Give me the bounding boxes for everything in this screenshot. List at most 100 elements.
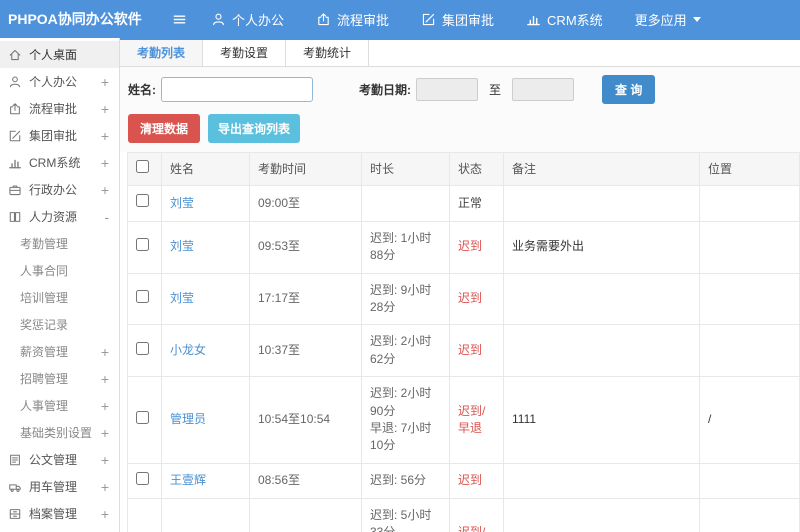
expand-toggle[interactable]: + [101, 399, 109, 413]
sidebar-item-label: 个人桌面 [29, 48, 78, 62]
employee-name-link[interactable]: 刘莹 [170, 291, 194, 305]
sidebar-item-personal-desktop[interactable]: 个人桌面 [0, 41, 119, 68]
nav-item-workflow-approval[interactable]: 流程审批 [316, 10, 389, 29]
select-all-checkbox[interactable] [136, 160, 149, 173]
sidebar-item-hr-contract[interactable]: 人事合同 [0, 257, 119, 284]
attendance-table-wrap: 姓名 考勤时间 时长 状态 备注 位置 刘莹 09:00至 正常 刘莹 09:53至 迟到: 1小时… [120, 152, 800, 532]
table-row: 管理员 10:54至10:54 迟到: 2小时90分 早退: 7小时10分 迟到/早退 1… [127, 376, 800, 464]
row-checkbox[interactable] [136, 410, 149, 424]
edit-icon [8, 129, 22, 143]
column-header: 姓名 [161, 152, 250, 187]
share-icon [8, 102, 22, 116]
row-checkbox[interactable] [136, 341, 149, 355]
location-cell [699, 220, 800, 274]
sidebar-item-salary-mgmt[interactable]: 薪资管理 + [0, 338, 119, 365]
sidebar-item-label: 基础类别设置 [20, 426, 93, 440]
employee-name-link[interactable]: 刘莹 [170, 196, 194, 210]
attendance-time-cell: 10:37至 [249, 324, 362, 378]
column-header: 状态 [449, 152, 504, 187]
table-row: 刘莹 09:53至 迟到: 1小时88分 迟到 业务需要外出 [127, 220, 800, 274]
expand-toggle[interactable]: + [101, 183, 109, 197]
sidebar-item-label: 奖惩记录 [20, 318, 69, 332]
sidebar-item-recruit-mgmt[interactable]: 招聘管理 + [0, 365, 119, 392]
expand-toggle[interactable]: - [104, 210, 109, 224]
table-row: 刘莹 17:17至 迟到: 9小时28分 迟到 [127, 272, 800, 326]
sidebar-item-project-mgmt[interactable]: 项目管理+ [0, 527, 119, 532]
sidebar-item-group-approval[interactable]: 集团审批 + [0, 122, 119, 149]
sidebar-item-label: 培训管理 [20, 291, 69, 305]
sidebar-item-crm-system[interactable]: CRM系统 + [0, 149, 119, 176]
sidebar-item-workflow-approval[interactable]: 流程审批 + [0, 95, 119, 122]
sidebar-item-personnel-mgmt[interactable]: 人事管理 + [0, 392, 119, 419]
status-badge: 迟到 [458, 291, 483, 306]
duration-line: 迟到: 56分 [370, 473, 427, 488]
search-button[interactable]: 查 询 [602, 75, 656, 104]
row-checkbox[interactable] [136, 471, 149, 485]
sidebar-item-base-category-settings[interactable]: 基础类别设置 + [0, 419, 119, 446]
expand-toggle[interactable]: + [101, 426, 109, 440]
employee-name-link[interactable]: 刘莹 [170, 239, 194, 253]
row-checkbox[interactable] [136, 194, 149, 208]
expand-toggle[interactable]: + [101, 75, 109, 89]
hamburger-icon [172, 12, 187, 27]
nav-item-label: CRM系统 [547, 12, 603, 28]
tab-attendance-settings[interactable]: 考勤设置 [203, 40, 287, 66]
nav-item-crm-system[interactable]: CRM系统 [526, 10, 603, 29]
expand-toggle[interactable]: + [101, 102, 109, 116]
attendance-time-cell: 09:00至 [249, 185, 362, 222]
remark-cell [503, 185, 700, 222]
sidebar-item-vehicle-mgmt[interactable]: 用车管理 + [0, 473, 119, 500]
date-to-input[interactable] [512, 78, 575, 101]
top-nav: 个人办公 流程审批 集团审批 CRM系统 更多应用 [211, 10, 701, 29]
clear-data-button[interactable]: 清理数据 [128, 114, 201, 143]
menu-toggle-button[interactable] [172, 12, 187, 27]
duration-cell: 迟到: 56分 [361, 462, 450, 500]
employee-name-link[interactable]: 小龙女 [170, 343, 206, 357]
location-cell [699, 272, 800, 326]
duration-cell: 迟到: 2小时62分 [361, 324, 450, 378]
sidebar-item-archive-mgmt[interactable]: 档案管理 + [0, 500, 119, 527]
status-badge: 迟到/早退 [458, 403, 486, 435]
expand-toggle[interactable]: + [101, 156, 109, 170]
sidebar-item-document-mgmt[interactable]: 公文管理 + [0, 446, 119, 473]
expand-toggle[interactable]: + [101, 345, 109, 359]
expand-toggle[interactable]: + [101, 453, 109, 467]
location-cell: / [699, 498, 800, 532]
attendance-time-cell: 13:20至13:20 [249, 498, 362, 532]
expand-toggle[interactable]: + [101, 507, 109, 521]
nav-item-more-apps[interactable]: 更多应用 [635, 10, 701, 29]
name-filter-input[interactable] [161, 77, 313, 102]
duration-cell [361, 185, 450, 222]
sidebar-item-admin-office[interactable]: 行政办公 + [0, 176, 119, 203]
sidebar-item-label: 人力资源 [29, 210, 78, 224]
duration-cell: 迟到: 9小时28分 [361, 272, 450, 326]
sidebar-item-human-resources[interactable]: 人力资源 - [0, 203, 119, 230]
sidebar-item-attendance-mgmt[interactable]: 考勤管理 [0, 230, 119, 257]
expand-toggle[interactable]: + [101, 480, 109, 494]
nav-item-group-approval[interactable]: 集团审批 [421, 10, 494, 29]
attendance-time-cell: 09:53至 [249, 220, 362, 274]
expand-toggle[interactable]: + [101, 129, 109, 143]
row-checkbox[interactable] [136, 237, 149, 251]
sidebar-item-training-mgmt[interactable]: 培训管理 [0, 284, 119, 311]
chart-icon [8, 156, 22, 170]
sidebar-item-personal-office[interactable]: 个人办公 + [0, 68, 119, 95]
nav-item-personal-office[interactable]: 个人办公 [211, 10, 284, 29]
sidebar-item-label: 公文管理 [29, 453, 78, 467]
employee-name-link[interactable]: 管理员 [170, 412, 206, 426]
export-list-button[interactable]: 导出查询列表 [208, 114, 301, 143]
tab-attendance-stats[interactable]: 考勤统计 [286, 40, 370, 66]
tab-attendance-list[interactable]: 考勤列表 [120, 40, 204, 66]
duration-line: 迟到: 1小时88分 [370, 230, 432, 263]
sidebar-item-label: 薪资管理 [20, 345, 69, 359]
brief-icon [8, 183, 22, 197]
sidebar-item-reward-punishment[interactable]: 奖惩记录 [0, 311, 119, 338]
app-logo: PHPOA协同办公软件 [8, 11, 142, 27]
remark-cell [503, 498, 700, 532]
tab-bar: 考勤列表 考勤设置 考勤统计 [120, 40, 800, 67]
row-checkbox[interactable] [136, 289, 149, 303]
employee-name-link[interactable]: 王壹辉 [170, 473, 206, 487]
expand-toggle[interactable]: + [101, 372, 109, 386]
date-from-input[interactable] [416, 78, 478, 101]
name-filter-label: 姓名: [128, 83, 156, 97]
